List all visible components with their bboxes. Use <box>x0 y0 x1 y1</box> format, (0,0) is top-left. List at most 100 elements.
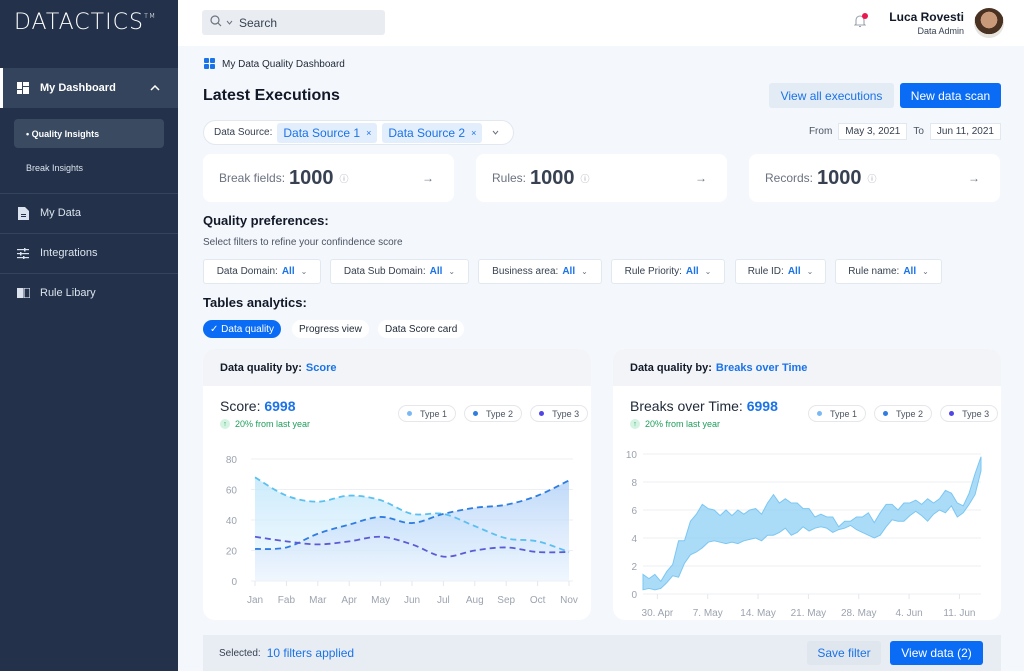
filter-data-domain[interactable]: Data Domain: All ⌄ <box>203 259 321 284</box>
chevron-down-icon[interactable] <box>492 128 499 137</box>
y-tick-label: 4 <box>631 534 637 545</box>
data-source-filter[interactable]: Data Source: Data Source 1 × Data Source… <box>203 120 514 145</box>
chevron-up-icon[interactable] <box>150 83 160 94</box>
quality-preferences-title: Quality preferences: <box>203 213 329 228</box>
y-tick-label: 10 <box>626 450 638 461</box>
view-all-executions-button[interactable]: View all executions <box>769 83 894 108</box>
filter-business-area[interactable]: Business area: All ⌄ <box>478 259 602 284</box>
quality-preferences-subtitle: Select filters to refine your confindenc… <box>203 237 403 248</box>
y-tick-label: 20 <box>226 547 238 558</box>
stat-card-break-fields[interactable]: Break fields: 1000 ⓘ → <box>203 154 454 202</box>
legend-type-1[interactable]: Type 1 <box>808 405 867 422</box>
data-source-chip[interactable]: Data Source 2 × <box>382 122 483 143</box>
chevron-down-icon[interactable] <box>226 18 233 27</box>
legend-type-3[interactable]: Type 3 <box>940 405 999 422</box>
x-tick-label: Jan <box>247 595 263 606</box>
chart-metric: Score: 6998 <box>220 398 296 414</box>
date-to-field[interactable]: Jun 11, 2021 <box>929 123 1001 140</box>
stat-card-rules[interactable]: Rules: 1000 ⓘ → <box>476 154 727 202</box>
topbar: Search Luca Rovesti Data Admin <box>178 0 1024 46</box>
chevron-down-icon: ⌄ <box>922 267 929 276</box>
x-tick-label: 7. May <box>693 608 723 619</box>
filter-data-sub-domain[interactable]: Data Sub Domain: All ⌄ <box>330 259 469 284</box>
y-tick-label: 40 <box>226 516 238 527</box>
filter-rule-id[interactable]: Rule ID: All ⌄ <box>735 259 826 284</box>
chart-header: Data quality by: Score <box>203 349 591 386</box>
chevron-down-icon: ⌄ <box>581 267 588 276</box>
x-tick-label: 28. May <box>841 608 877 619</box>
data-source-chip[interactable]: Data Source 1 × <box>277 122 378 143</box>
x-tick-label: Oct <box>530 595 546 606</box>
info-icon[interactable]: ⓘ <box>868 172 877 185</box>
y-tick-label: 80 <box>226 455 238 466</box>
save-filter-button[interactable]: Save filter <box>807 641 881 665</box>
search-input[interactable]: Search <box>202 10 385 35</box>
legend-type-2[interactable]: Type 2 <box>464 405 523 422</box>
legend-type-1[interactable]: Type 1 <box>398 405 457 422</box>
chart-metric: Breaks over Time: 6998 <box>630 398 778 414</box>
breadcrumb: My Data Quality Dashboard <box>204 58 345 70</box>
chart-delta: ↑ 20% from last year <box>630 419 720 429</box>
chart-header: Data quality by: Breaks over Time <box>613 349 1001 386</box>
view-data-button[interactable]: View data (2) <box>890 641 983 665</box>
x-tick-label: Fab <box>278 595 296 606</box>
arrow-right-icon[interactable]: → <box>695 171 707 185</box>
remove-icon[interactable]: × <box>366 128 371 138</box>
sidebar: DATACTICSTM My Dashboard • Quality Insig… <box>0 0 178 671</box>
filter-rule-priority[interactable]: Rule Priority: All ⌄ <box>611 259 725 284</box>
tab-progress-view[interactable]: Progress view <box>292 320 369 338</box>
chevron-down-icon: ⌄ <box>448 267 456 276</box>
legend-type-3[interactable]: Type 3 <box>530 405 589 422</box>
info-icon[interactable]: ⓘ <box>340 172 349 185</box>
chart-card-score: Data quality by: Score Score: 6998 ↑ 20%… <box>203 349 591 620</box>
x-tick-label: 30. Apr <box>642 608 674 619</box>
x-tick-label: 4. Jun <box>895 608 922 619</box>
sidebar-item-my-dashboard[interactable]: My Dashboard <box>0 68 178 108</box>
arrow-right-icon[interactable]: → <box>968 171 980 185</box>
chart-legend: Type 1 Type 2 Type 3 <box>390 405 589 422</box>
date-from-field[interactable]: May 3, 2021 <box>838 123 908 140</box>
chevron-down-icon: ⌄ <box>806 267 814 276</box>
sidebar-item-label: My Data <box>40 207 81 219</box>
new-data-scan-button[interactable]: New data scan <box>900 83 1001 108</box>
sidebar-subitem-break-insights[interactable]: Break Insights <box>14 153 164 182</box>
dashboard-icon <box>16 81 30 95</box>
y-tick-label: 8 <box>631 478 637 489</box>
remove-icon[interactable]: × <box>471 128 476 138</box>
search-icon <box>210 15 222 30</box>
sidebar-item-label: My Dashboard <box>40 82 116 94</box>
x-tick-label: 21. May <box>791 608 827 619</box>
tables-analytics-title: Tables analytics: <box>203 295 307 310</box>
user-name: Luca Rovesti <box>889 10 964 24</box>
sidebar-subitem-quality-insights[interactable]: • Quality Insights <box>14 119 164 148</box>
chart-legend: Type 1 Type 2 Type 3 <box>800 405 999 422</box>
y-tick-label: 0 <box>631 590 637 601</box>
x-tick-label: Apr <box>341 595 357 606</box>
page-title: Latest Executions <box>203 87 340 104</box>
book-icon <box>16 286 30 300</box>
breaks-chart: 0 2 4 6 8 10 30. Apr 7. May 14. May 21. May 28. Ma… <box>626 450 982 619</box>
x-tick-label: Nov <box>560 595 578 606</box>
avatar[interactable] <box>974 8 1004 38</box>
range-band <box>642 456 982 591</box>
tab-data-score-card[interactable]: Data Score card <box>378 320 465 338</box>
chevron-down-icon: ⌄ <box>300 267 308 276</box>
sidebar-item-integrations[interactable]: Integrations <box>0 233 178 273</box>
score-chart: 0 20 40 60 80 Jan Fab Mar Apr May Jun Jul Aug Sep Oct N… <box>226 455 578 606</box>
x-tick-label: 14. May <box>740 608 776 619</box>
chart-card-breaks: Data quality by: Breaks over Time Breaks… <box>613 349 1001 620</box>
y-tick-label: 6 <box>631 506 637 517</box>
selection-bar: Selected: 10 filters applied Save filter… <box>203 635 1001 671</box>
document-icon <box>16 206 30 220</box>
arrow-right-icon[interactable]: → <box>422 171 434 185</box>
info-icon[interactable]: ⓘ <box>581 172 590 185</box>
x-tick-label: May <box>371 595 390 606</box>
sidebar-item-my-data[interactable]: My Data <box>0 193 178 233</box>
stat-card-records[interactable]: Records: 1000 ⓘ → <box>749 154 1000 202</box>
legend-type-2[interactable]: Type 2 <box>874 405 933 422</box>
selected-filters-link[interactable]: 10 filters applied <box>267 646 354 660</box>
chevron-down-icon: ⌄ <box>704 267 712 276</box>
tab-data-quality[interactable]: ✓ Data quality <box>203 320 281 338</box>
filter-rule-name[interactable]: Rule name: All ⌄ <box>835 259 942 284</box>
sidebar-item-rule-library[interactable]: Rule Libary <box>0 273 178 313</box>
